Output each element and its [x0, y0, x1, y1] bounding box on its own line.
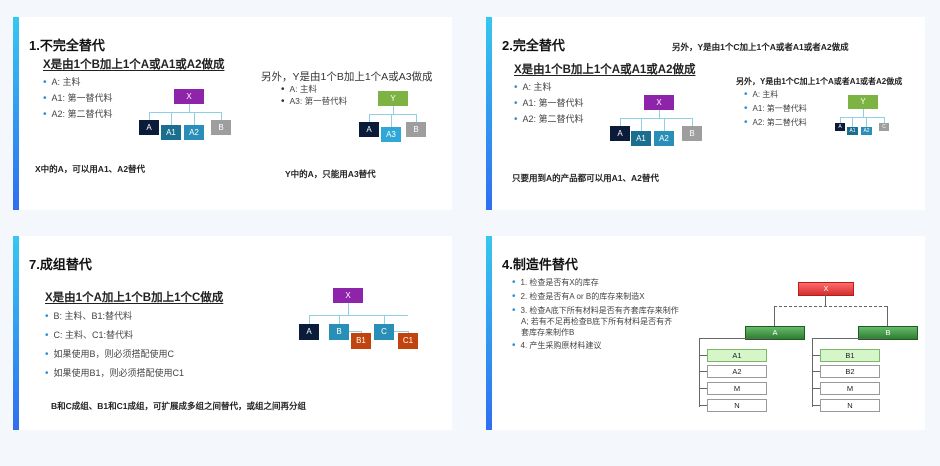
node-n: N [820, 399, 880, 412]
bullet-item: • A: 主料 [281, 84, 317, 95]
node-n: N [707, 399, 767, 412]
bullet-item: • 1. 检查是否有X的库存 [512, 277, 599, 288]
node-b: B [406, 122, 426, 137]
node-a1: A1 [161, 125, 181, 140]
node-a3: A3 [381, 127, 401, 142]
bullet-item: • 3. 检查A底下所有材料是否有齐套库存来制作 [512, 305, 679, 316]
node-a: A [835, 123, 845, 131]
bullet-item: • A: 主料 [514, 82, 552, 93]
bullet-item: • A1: 第一替代料 [514, 98, 584, 109]
card-title: 7.成组替代 [29, 257, 92, 272]
header-note: 另外，Y是由1个C加上1个A或者A1或者A2做成 [672, 42, 849, 52]
card-title: 1.不完全替代 [29, 38, 105, 53]
bullet-item-cont: 套库存来制作B [521, 328, 575, 337]
node-a2: A2 [654, 131, 674, 146]
accent-bar [486, 236, 492, 430]
card-note: 只要用到A的产品都可以用A1、A2替代 [512, 173, 659, 183]
card-manufactured-part-substitution: 4.制造件替代 • 1. 检查是否有X的库存 • 2. 检查是否有A or B的库存… [486, 236, 925, 430]
accent-bar [486, 17, 492, 210]
card-title: 2.完全替代 [502, 38, 565, 53]
node-a1: A1 [707, 349, 767, 362]
node-b: B [211, 120, 231, 135]
bullet-item: • A: 主料 [744, 89, 779, 100]
node-c: C [374, 324, 394, 340]
bullet-item: • A2: 第二替代料 [744, 117, 807, 128]
node-m: M [707, 382, 767, 395]
note-left: X中的A，可以用A1、A2替代 [35, 164, 146, 174]
node-x: X [333, 288, 363, 303]
bullet-item: • 2. 检查是否有A or B的库存来制造X [512, 291, 645, 302]
bullet-item: • 如果使用B1，则必须搭配使用C1 [45, 368, 185, 379]
bullet-item: • A: 主料 [43, 77, 81, 88]
node-a2: A2 [861, 127, 872, 135]
bullet-item: • B: 主料、B1:替代料 [45, 311, 133, 322]
bullet-item-cont: A; 若有不足再检查B底下所有材料是否有齐 [521, 317, 673, 326]
node-a: A [359, 122, 379, 137]
node-c: C [879, 123, 889, 131]
node-a2: A2 [707, 365, 767, 378]
card-group-substitution: 7.成组替代 X是由1个A加上1个B加上1个C做成 • B: 主料、B1:替代料 … [13, 236, 452, 430]
note-right: Y中的A，只能用A3替代 [285, 169, 376, 179]
bullet-item: • A2: 第二替代料 [43, 109, 113, 120]
node-b2: B2 [820, 365, 880, 378]
card-note: B和C成组、B1和C1成组，可扩展成多组之间替代，或组之间再分组 [51, 401, 307, 411]
node-b: B [329, 324, 349, 340]
accent-bar [13, 17, 19, 210]
node-b1: B1 [820, 349, 880, 362]
node-x: X [798, 282, 854, 296]
bullet-item: • A2: 第二替代料 [514, 114, 584, 125]
card-subtitle: X是由1个B加上1个A或A1或A2做成 [514, 64, 696, 76]
bullet-item: • A1: 第一替代料 [744, 103, 807, 114]
node-y: Y [848, 95, 878, 109]
node-a1: A1 [631, 131, 651, 146]
card-title: 4.制造件替代 [502, 257, 578, 272]
bullet-item: • 4. 产生采购原材料建议 [512, 340, 602, 351]
bullet-item: • A1: 第一替代料 [43, 93, 113, 104]
node-a: A [299, 324, 319, 340]
other-title: 另外，Y是由1个B加上1个A或A3做成 [261, 71, 433, 83]
node-y: Y [378, 91, 408, 106]
node-b1: B1 [351, 333, 371, 349]
other-title: 另外，Y是由1个C加上1个A或者A1或者A2做成 [736, 77, 903, 86]
card-complete-substitution: 2.完全替代 另外，Y是由1个C加上1个A或者A1或者A2做成 X是由1个B加上… [486, 17, 925, 210]
bullet-item: • C: 主料、C1:替代料 [45, 330, 134, 341]
node-a2: A2 [184, 125, 204, 140]
card-subtitle: X是由1个B加上1个A或A1或A2做成 [43, 59, 225, 71]
accent-bar [13, 236, 19, 430]
node-a: A [139, 120, 159, 135]
node-a: A [610, 126, 630, 141]
bullet-item: • A3: 第一替代料 [281, 96, 348, 107]
node-a1: A1 [847, 127, 858, 135]
node-m: M [820, 382, 880, 395]
card-subtitle: X是由1个A加上1个B加上1个C做成 [45, 292, 224, 304]
node-x: X [644, 95, 674, 110]
bullet-item: • 如果使用B，则必须搭配使用C [45, 349, 175, 360]
card-incomplete-substitution: 1.不完全替代 X是由1个B加上1个A或A1或A2做成 • A: 主料 • A1: … [13, 17, 452, 210]
node-c1: C1 [398, 333, 418, 349]
node-b: B [682, 126, 702, 141]
node-x: X [174, 89, 204, 104]
